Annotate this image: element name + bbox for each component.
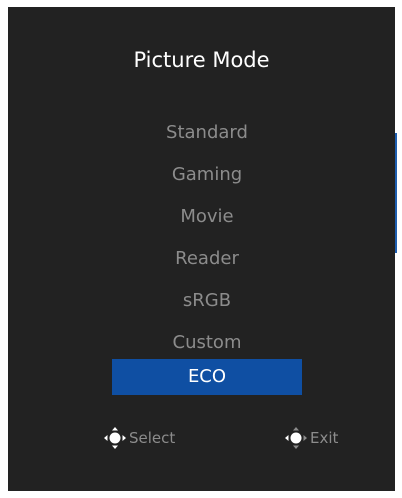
exit-hint-label: Exit [310, 429, 339, 447]
exit-hint: Exit [284, 426, 338, 450]
menu-item-srgb[interactable]: sRGB [112, 283, 302, 319]
menu-item-movie[interactable]: Movie [112, 199, 302, 235]
menu-item-custom[interactable]: Custom [112, 325, 302, 361]
select-hint: Select [103, 426, 175, 450]
scroll-indicator [395, 133, 397, 253]
select-hint-label: Select [129, 429, 176, 447]
joystick-left-icon [285, 427, 307, 449]
menu-item-eco[interactable]: ECO [112, 359, 302, 395]
joystick-press-icon [104, 427, 126, 449]
menu-item-standard[interactable]: Standard [112, 115, 302, 151]
osd-panel: Picture Mode Standard Gaming Movie Reade… [8, 7, 397, 491]
menu-item-gaming[interactable]: Gaming [112, 157, 302, 193]
picture-mode-menu: Standard Gaming Movie Reader sRGB Custom… [8, 7, 395, 491]
menu-item-reader[interactable]: Reader [112, 241, 302, 277]
